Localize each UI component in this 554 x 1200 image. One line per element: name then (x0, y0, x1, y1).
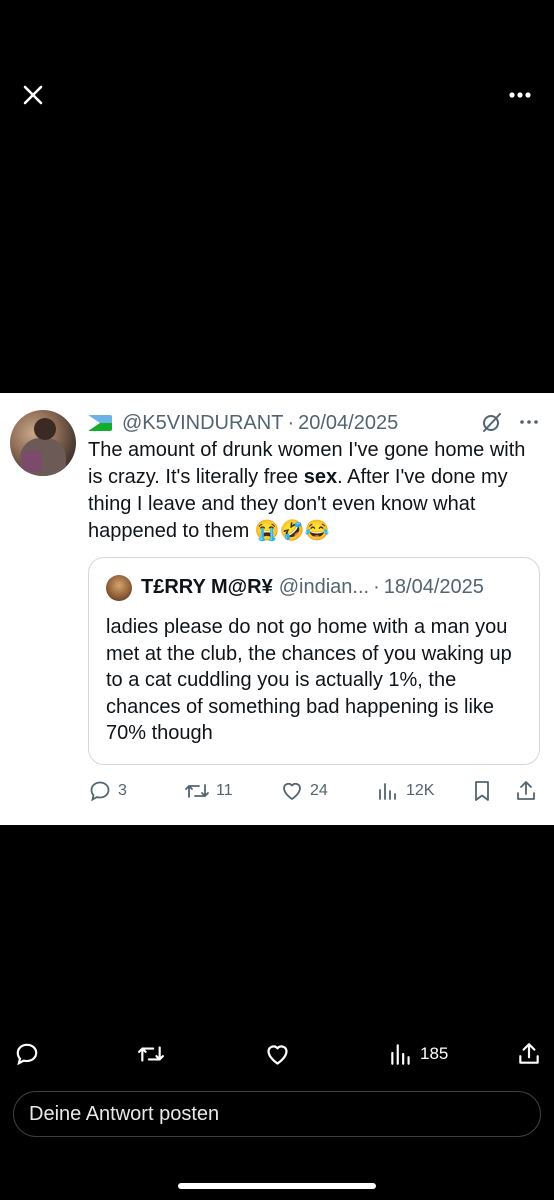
repost-button[interactable] (136, 1036, 166, 1072)
separator: · (373, 576, 380, 598)
view-count: 12K (376, 776, 434, 806)
tweet-date: 20/04/2025 (298, 411, 399, 434)
home-indicator[interactable] (178, 1183, 376, 1189)
tweet-screenshot: @K5VINDURANT · 20/04/2025 The amount of … (0, 393, 554, 825)
quote-name: T£RRY M@R¥ (141, 576, 273, 598)
share-icon (517, 781, 535, 800)
views-button[interactable]: 185 (388, 1036, 448, 1072)
quote-handle: @indian... (278, 576, 370, 598)
grok-icon (483, 413, 501, 432)
bold-word: sex (303, 466, 338, 488)
avatar (10, 410, 76, 476)
repost-icon (185, 784, 209, 798)
bottom-action-bar: 185 (0, 1036, 554, 1072)
repost-count: 11 (184, 776, 233, 806)
share (514, 776, 544, 806)
emoji-text: 😭🤣😂 (254, 520, 330, 542)
reply-placeholder: Deine Antwort posten (29, 1102, 220, 1125)
tweet-text: The amount of drunk women I've gone home… (88, 439, 526, 542)
repost-icon (137, 1046, 164, 1062)
djibouti-flag-icon (88, 415, 112, 431)
reply-count: 3 (88, 776, 127, 806)
close-icon (23, 85, 43, 105)
tweet-actions: 3 11 24 12K (88, 776, 544, 806)
separator: · (287, 411, 295, 434)
quoted-tweet: T£RRY M@R¥ @indian... · 18/04/2025 ladie… (88, 557, 540, 765)
quote-date: 18/04/2025 (383, 576, 484, 598)
views-icon (391, 1044, 410, 1065)
tweet-handle: @K5VINDURANT (122, 411, 284, 434)
bookmark-icon (475, 781, 489, 801)
views-icon (379, 783, 396, 800)
like-count: 24 (280, 776, 328, 806)
reply-icon (90, 781, 110, 802)
close-button[interactable] (18, 80, 48, 110)
reply-button[interactable] (14, 1036, 40, 1072)
more-horizontal-icon (509, 92, 531, 98)
quote-header: T£RRY M@R¥ @indian... · 18/04/2025 (141, 576, 484, 599)
more-horizontal-icon (520, 420, 538, 424)
heart-icon (267, 1044, 288, 1065)
like-button[interactable] (264, 1036, 291, 1072)
reply-input[interactable]: Deine Antwort posten (13, 1091, 541, 1137)
views-count: 185 (420, 1044, 449, 1063)
bookmark (470, 776, 500, 806)
more-options-button[interactable] (500, 80, 540, 110)
share-button[interactable] (516, 1036, 542, 1072)
heart-icon (283, 782, 301, 800)
quote-text: ladies please do not go home with a man … (106, 616, 512, 744)
quote-avatar (106, 575, 132, 601)
reply-icon (16, 1043, 38, 1066)
tweet-header: @K5VINDURANT · 20/04/2025 (88, 410, 398, 436)
share-icon (519, 1043, 539, 1064)
